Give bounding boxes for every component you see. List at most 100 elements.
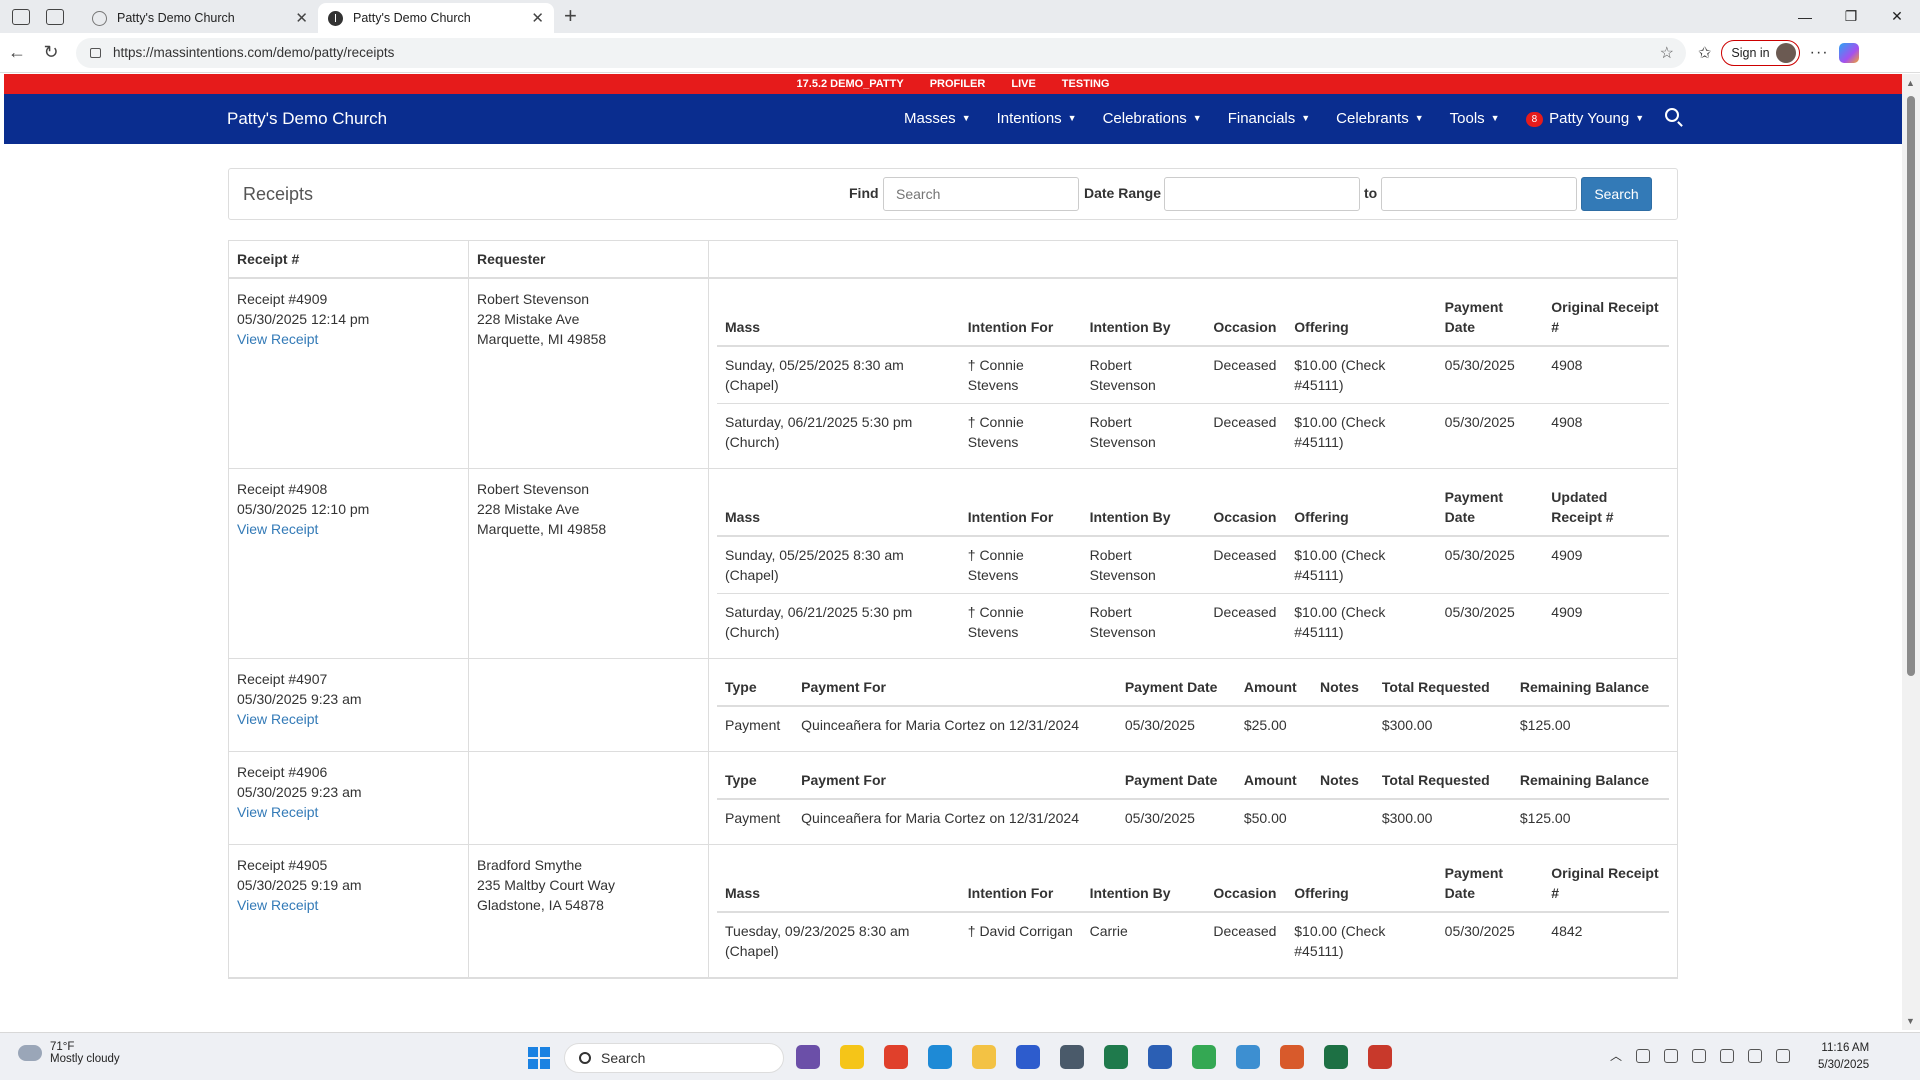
search-icon[interactable] (1665, 108, 1679, 122)
copilot-icon[interactable] (1838, 42, 1859, 63)
nav-masses[interactable]: Masses ▼ (904, 110, 971, 127)
browser-tab-2[interactable]: Patty's Demo Church ✕ (318, 3, 554, 33)
new-tab-icon[interactable]: + (564, 3, 577, 29)
publisher-icon[interactable] (1104, 1045, 1128, 1069)
nav-tools[interactable]: Tools ▼ (1450, 110, 1500, 127)
view-receipt-link[interactable]: View Receipt (237, 895, 460, 915)
detail-cell: Robert Stevenson (1081, 536, 1206, 594)
detail-row: Sunday, 05/25/2025 8:30 am (Chapel) † Con… (717, 346, 1669, 404)
receipt-cell: Receipt #4909 05/30/2025 12:14 pm View Rec… (229, 279, 469, 468)
caret-down-icon: ▼ (1635, 113, 1645, 123)
restore-icon[interactable]: ❐ (1828, 0, 1874, 33)
brand-link[interactable]: Patty's Demo Church (227, 109, 387, 129)
battery-icon[interactable] (1776, 1048, 1791, 1063)
detail-column-header: Total Requested (1373, 762, 1512, 800)
search-button[interactable]: Search (1581, 177, 1652, 211)
page-scrollbar[interactable]: ▲ ▼ (1902, 74, 1920, 1030)
refresh-icon[interactable]: ↻ (34, 42, 68, 63)
favorite-star-icon[interactable]: ☆ (1660, 43, 1674, 63)
excel-icon[interactable] (1324, 1045, 1348, 1069)
app-icon[interactable] (1280, 1045, 1304, 1069)
sticky-notes-icon[interactable] (840, 1045, 864, 1069)
close-tab-icon[interactable]: ✕ (295, 9, 308, 27)
cloud-icon[interactable] (1664, 1048, 1679, 1063)
system-tray: ︿ (1610, 1047, 1791, 1064)
nav-intentions[interactable]: Intentions ▼ (997, 110, 1077, 127)
tab-actions-icon[interactable] (46, 8, 64, 25)
view-receipt-link[interactable]: View Receipt (237, 709, 460, 729)
detail-column-header: Mass (717, 289, 960, 347)
word-icon[interactable] (1148, 1045, 1172, 1069)
taskbar-apps (796, 1045, 1392, 1069)
env-profiler[interactable]: PROFILER (930, 78, 986, 90)
search-icon (579, 1052, 591, 1064)
detail-cell (1312, 799, 1374, 836)
taskbar-search[interactable]: Search (564, 1043, 784, 1073)
chrome-icon[interactable] (1192, 1045, 1216, 1069)
nav-celebrants[interactable]: Celebrants ▼ (1336, 110, 1423, 127)
powerpoint-icon[interactable] (1368, 1045, 1392, 1069)
favorites-icon[interactable]: ✩ (1698, 43, 1711, 63)
snipping-tool-icon[interactable] (884, 1045, 908, 1069)
scrollbar-thumb[interactable] (1907, 96, 1915, 676)
view-receipt-link[interactable]: View Receipt (237, 519, 460, 539)
detail-cell: Carrie (1089, 923, 1128, 939)
url-field[interactable]: https://massintentions.com/demo/patty/re… (76, 37, 1686, 68)
env-version: 17.5.2 DEMO_PATTY (796, 78, 904, 90)
view-receipt-link[interactable]: View Receipt (237, 802, 460, 822)
taskbar-clock[interactable]: 11:16 AM 5/30/2025 (1818, 1040, 1869, 1074)
sign-in-button[interactable]: Sign in (1721, 39, 1800, 66)
detail-cell: $125.00 (1519, 717, 1571, 733)
microphone-icon[interactable] (1692, 1048, 1707, 1063)
calculator-icon[interactable] (1060, 1045, 1084, 1069)
detail-column-header: Total Requested (1373, 669, 1512, 707)
receipt-number: Receipt #4905 (237, 857, 328, 873)
detail-row: Payment Quinceañera for Maria Cortez on 1… (717, 799, 1669, 836)
onedrive-icon[interactable] (1636, 1048, 1651, 1063)
edge-icon[interactable] (928, 1045, 952, 1069)
date-range-start-input[interactable] (1164, 177, 1360, 211)
workspaces-icon[interactable] (12, 8, 30, 25)
detail-cell: 4842 (1551, 923, 1583, 939)
weather-widget[interactable]: 71°F Mostly cloudy (15, 1039, 120, 1065)
detail-cell: $50.00 (1243, 810, 1287, 826)
minimize-icon[interactable]: — (1782, 0, 1828, 33)
receipt-cell: Receipt #4906 05/30/2025 9:23 am View Rece… (229, 752, 469, 844)
caret-down-icon: ▼ (1192, 113, 1202, 123)
detail-cell: † Connie Stevens (967, 414, 1024, 450)
windows-start-icon[interactable] (528, 1047, 550, 1069)
requester-line: Marquette, MI 49858 (477, 331, 607, 347)
detail-column-header: Offering (1286, 479, 1437, 537)
more-menu-icon[interactable]: ··· (1810, 44, 1829, 62)
browser-tab-1[interactable]: Patty's Demo Church ✕ (82, 3, 318, 33)
view-receipt-link[interactable]: View Receipt (237, 329, 460, 349)
requester-line: 228 Mistake Ave (477, 311, 580, 327)
env-live[interactable]: LIVE (1011, 78, 1035, 90)
detail-cell: Deceased (1205, 536, 1287, 594)
close-window-icon[interactable]: ✕ (1874, 0, 1920, 33)
address-bar-row: ← ↻ https://massintentions.com/demo/patt… (0, 33, 1920, 73)
nav-financials[interactable]: Financials ▼ (1228, 110, 1310, 127)
detail-cell: $25.00 (1243, 717, 1287, 733)
remote-desktop-icon[interactable] (1236, 1045, 1260, 1069)
nav-celebrations[interactable]: Celebrations ▼ (1103, 110, 1202, 127)
nav-user-menu[interactable]: 8 Patty Young ▼ (1525, 110, 1645, 127)
col-header-receipt: Receipt # (229, 241, 469, 277)
env-testing[interactable]: TESTING (1062, 78, 1110, 90)
detail-cell: Deceased (1205, 346, 1287, 404)
windows-taskbar: 71°F Mostly cloudy Search ︿ 11:16 AM 5/3… (0, 1032, 1920, 1080)
detail-column-header: Original Receipt # (1543, 289, 1669, 347)
back-icon[interactable]: ← (0, 42, 34, 63)
volume-icon[interactable] (1748, 1048, 1763, 1063)
chevron-up-icon[interactable]: ︿ (1610, 1047, 1622, 1064)
requester-cell (469, 752, 709, 844)
wifi-icon[interactable] (1720, 1048, 1735, 1063)
find-search-input[interactable] (883, 177, 1079, 211)
detail-column-header: Type (717, 669, 794, 707)
zoom-icon[interactable] (1016, 1045, 1040, 1069)
detail-column-header: Payment Date (1436, 855, 1544, 913)
app-icon[interactable] (796, 1045, 820, 1069)
close-tab-icon[interactable]: ✕ (531, 9, 544, 27)
date-range-end-input[interactable] (1381, 177, 1577, 211)
file-explorer-icon[interactable] (972, 1045, 996, 1069)
